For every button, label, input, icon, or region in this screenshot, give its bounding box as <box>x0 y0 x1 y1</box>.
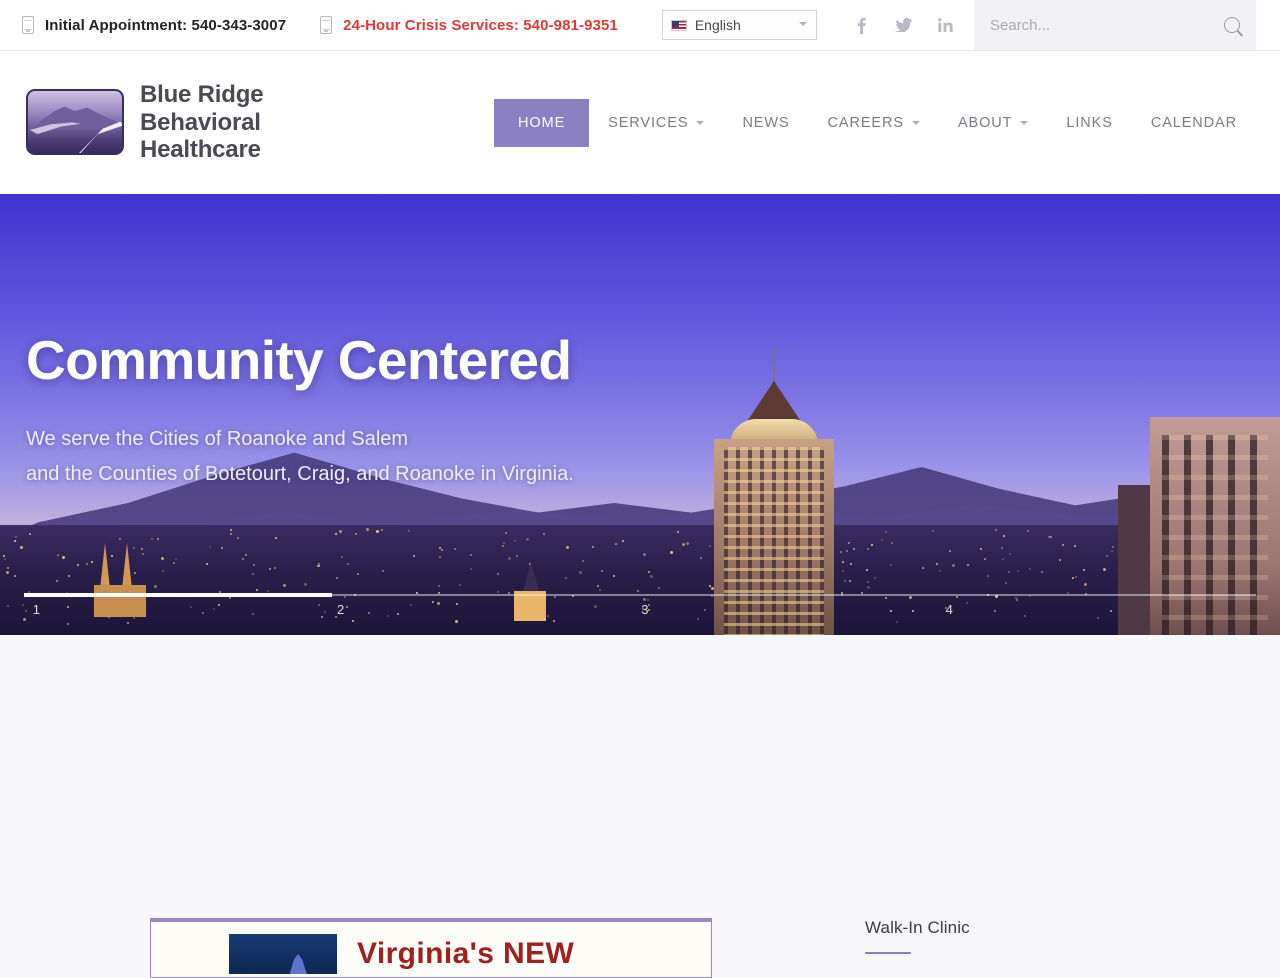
slider-number-1[interactable]: 1 <box>33 602 40 617</box>
contact-initial-appointment-label: Initial Appointment: 540-343-3007 <box>45 17 286 34</box>
search-icon[interactable] <box>1224 17 1240 33</box>
contact-initial-appointment[interactable]: Initial Appointment: 540-343-3007 <box>22 16 286 34</box>
nav-item-about[interactable]: ABOUT <box>939 101 1047 145</box>
chevron-down-icon <box>912 121 920 125</box>
slider-progress-fill <box>24 593 332 597</box>
nav-item-careers[interactable]: CAREERS <box>809 101 939 145</box>
contact-list: Initial Appointment: 540-343-3007 24-Hou… <box>0 16 618 34</box>
facebook-icon[interactable] <box>841 10 883 40</box>
nav-item-services-label: SERVICES <box>608 115 688 131</box>
walk-in-clinic-section: Walk-In Clinic <box>865 918 970 954</box>
nav-item-home[interactable]: HOME <box>494 99 589 147</box>
hero-subtitle: We serve the Cities of Roanoke and Salem… <box>26 422 574 493</box>
lower-content-section: Virginia's NEW Walk-In Clinic <box>0 865 1280 960</box>
walk-in-clinic-heading: Walk-In Clinic <box>865 918 970 938</box>
mobile-phone-icon <box>320 16 332 34</box>
nav-item-news-label: NEWS <box>742 115 789 131</box>
nav-item-home-label: HOME <box>518 115 565 131</box>
contact-crisis-services[interactable]: 24-Hour Crisis Services: 540-981-9351 <box>320 16 618 34</box>
blue-ridge-mountain-logo-icon <box>26 89 124 155</box>
chevron-down-icon <box>696 121 704 125</box>
nav-item-services[interactable]: SERVICES <box>589 101 723 145</box>
nav-item-links[interactable]: LINKS <box>1047 101 1131 145</box>
site-logo[interactable]: Blue Ridge Behavioral Healthcare <box>26 81 263 164</box>
slider-number-4[interactable]: 4 <box>946 602 953 617</box>
search-input[interactable] <box>990 17 1224 34</box>
twitter-icon[interactable] <box>883 10 925 40</box>
contact-crisis-services-label: 24-Hour Crisis Services: 540-981-9351 <box>343 17 618 34</box>
search-box[interactable] <box>974 0 1256 50</box>
linkedin-icon[interactable] <box>925 10 967 40</box>
chevron-down-icon <box>799 22 807 26</box>
hero-slider: Community Centered We serve the Cities o… <box>0 194 1280 635</box>
mobile-phone-icon <box>22 16 34 34</box>
language-select[interactable]: English <box>662 10 817 40</box>
nav-item-calendar-label: CALENDAR <box>1151 115 1237 131</box>
promo-banner-text: Virginia's NEW <box>357 937 574 971</box>
site-header: Blue Ridge Behavioral Healthcare HOME SE… <box>0 51 1280 194</box>
language-select-value: English <box>695 17 741 33</box>
nav-item-careers-label: CAREERS <box>828 115 904 131</box>
social-links <box>841 10 967 40</box>
hero-subtitle-line-1: We serve the Cities of Roanoke and Salem <box>26 422 574 458</box>
promo-banner[interactable]: Virginia's NEW <box>150 918 712 978</box>
walk-in-clinic-accent-rule <box>865 952 911 954</box>
site-logo-text: Blue Ridge Behavioral Healthcare <box>140 81 263 164</box>
hero-subtitle-line-2: and the Counties of Botetourt, Craig, an… <box>26 457 574 493</box>
us-flag-icon <box>671 20 687 31</box>
nav-item-news[interactable]: NEWS <box>723 101 808 145</box>
nav-item-about-label: ABOUT <box>958 115 1012 131</box>
top-utility-bar: Initial Appointment: 540-343-3007 24-Hou… <box>0 0 1280 51</box>
hero-title: Community Centered <box>26 332 574 390</box>
slider-pagination: 1 2 3 4 <box>24 594 1256 620</box>
virginia-seal-logo-icon <box>229 934 337 974</box>
slider-number-2[interactable]: 2 <box>337 602 344 617</box>
hero-content: Community Centered We serve the Cities o… <box>26 332 574 493</box>
slider-number-3[interactable]: 3 <box>641 602 648 617</box>
nav-item-calendar[interactable]: CALENDAR <box>1132 101 1256 145</box>
chevron-down-icon <box>1020 121 1028 125</box>
main-navigation: HOME SERVICES NEWS CAREERS ABOUT LINKS C… <box>494 51 1256 194</box>
nav-item-links-label: LINKS <box>1066 115 1112 131</box>
